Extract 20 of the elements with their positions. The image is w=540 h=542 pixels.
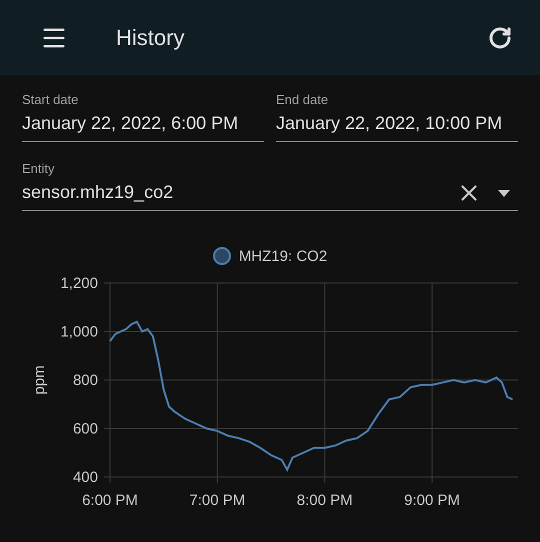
x-tick-label: 9:00 PM <box>404 492 460 509</box>
refresh-icon[interactable] <box>488 26 512 50</box>
y-axis-label: ppm <box>31 365 48 395</box>
dropdown-caret-icon[interactable] <box>498 190 510 196</box>
x-tick-label: 8:00 PM <box>296 492 353 509</box>
y-tick-label: 600 <box>72 420 98 438</box>
field-label: Start date <box>22 92 80 107</box>
x-tick-label: 6:00 PM <box>82 492 138 509</box>
y-tick-label: 800 <box>72 372 98 389</box>
y-tick-label: 400 <box>72 469 98 486</box>
page-title: History <box>116 24 186 50</box>
field-label: Entity <box>22 161 56 176</box>
legend-label: MHZ19: CO2 <box>238 248 328 264</box>
y-tick-label: 1,200 <box>60 275 98 292</box>
date-field[interactable]: January 22, 2022, 10:00 PM <box>276 107 518 142</box>
date-field[interactable]: January 22, 2022, 6:00 PM <box>22 107 264 142</box>
y-tick-label: 1,000 <box>60 324 98 340</box>
entity-field[interactable]: sensor.mhz19_co2 <box>22 176 456 210</box>
x-tick-label: 7:00 PM <box>189 492 246 509</box>
field-label: End date <box>276 92 330 107</box>
